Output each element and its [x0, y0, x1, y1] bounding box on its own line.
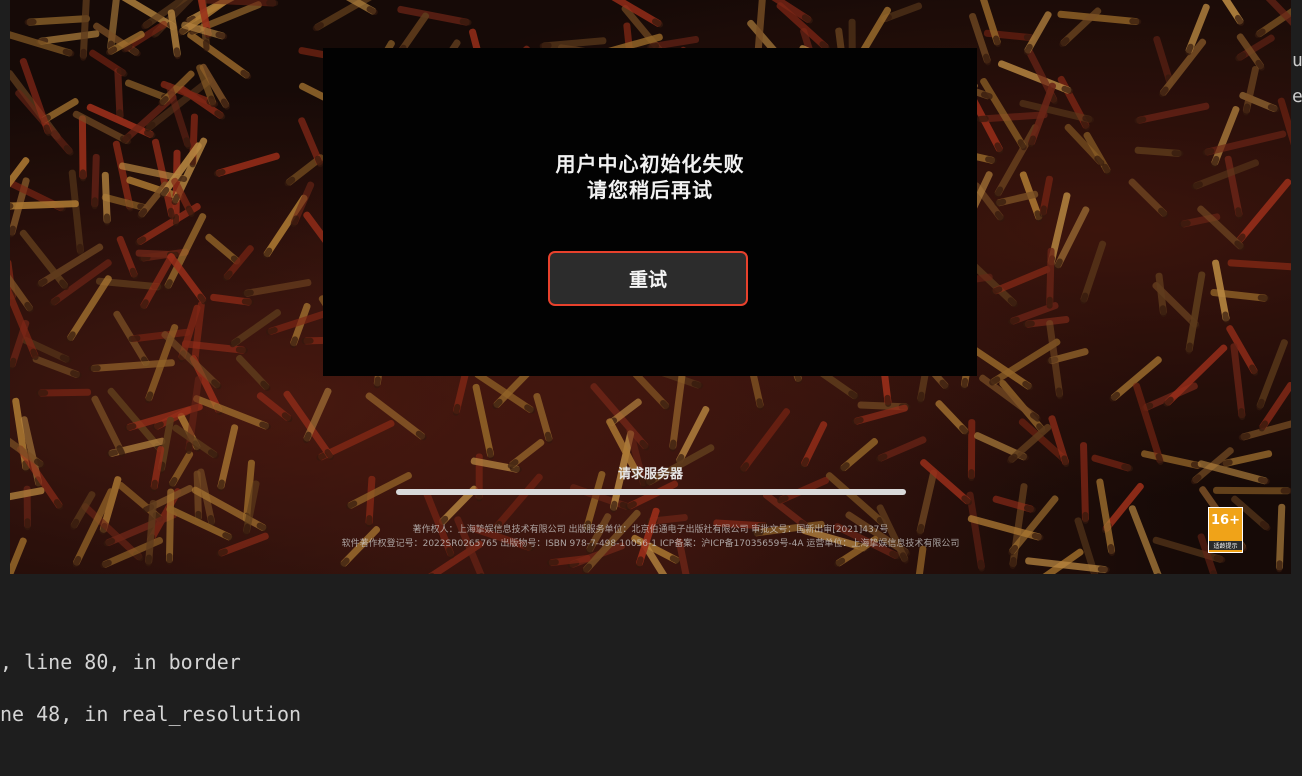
loading-status: 请求服务器	[617, 467, 683, 482]
legal-text-line2: 软件著作权登记号：2022SR0265765 出版物号：ISBN 978-7-4…	[341, 539, 960, 549]
loading-progress-bar	[396, 489, 906, 495]
terminal-line: ne 48, in real_resolution	[0, 702, 302, 726]
desktop: u e , line 80, in border ne 48, in real_…	[0, 0, 1302, 776]
age-rating-label: 适龄提示	[1209, 541, 1242, 550]
game-window: 用户中心初始化失败 请您稍后再试 重试 请求服务器 著作权人：上海挚娱信息技术有…	[10, 0, 1291, 574]
error-dialog: 用户中心初始化失败 请您稍后再试 重试	[323, 48, 977, 376]
terminal-fragment: e	[1292, 86, 1302, 107]
error-message-line1: 用户中心初始化失败	[555, 152, 745, 176]
loading-progress-fill	[396, 489, 906, 495]
error-message-line2: 请您稍后再试	[587, 178, 713, 202]
retry-button[interactable]: 重试	[548, 251, 748, 306]
legal-text-line1: 著作权人：上海挚娱信息技术有限公司 出版服务单位：北京伯通电子出版社有限公司 审…	[412, 525, 889, 535]
terminal-fragment: u	[1292, 50, 1302, 71]
age-rating-value: 16+	[1211, 513, 1240, 528]
age-rating-badge: 16+ 适龄提示	[1208, 507, 1243, 553]
terminal-line: , line 80, in border	[0, 650, 241, 674]
